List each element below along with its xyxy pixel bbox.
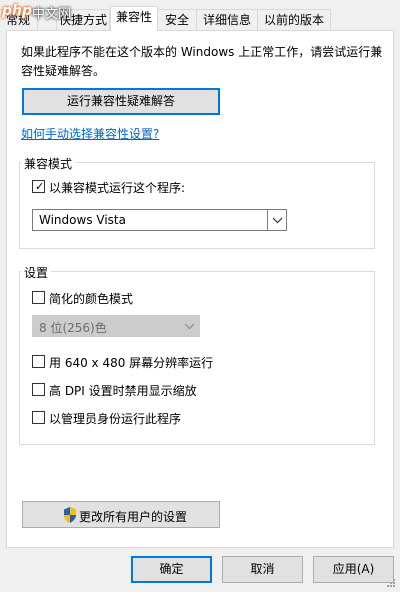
- dpi-scaling-label: 高 DPI 设置时禁用显示缩放: [49, 384, 197, 398]
- tab-label: 以前的版本: [263, 13, 324, 27]
- os-version-value: Windows Vista: [39, 213, 126, 227]
- intro-text-line-1: 如果此程序不能在这个版本的 Windows 上正常工作，请尝试运行兼: [21, 45, 383, 59]
- ok-button[interactable]: 确定: [131, 556, 212, 583]
- php-watermark-logo: php 中文网: [0, 2, 75, 22]
- os-version-dropdown-arrow: [267, 210, 286, 230]
- compat-mode-group: [19, 162, 375, 249]
- color-depth-dropdown-arrow: [180, 316, 199, 336]
- settings-group-label: 设置: [21, 264, 52, 281]
- compat-mode-group-label: 兼容模式: [21, 155, 76, 172]
- reduced-color-checkbox[interactable]: [32, 291, 45, 304]
- cancel-button[interactable]: 取消: [222, 556, 303, 583]
- uac-shield-icon: [64, 507, 76, 523]
- low-res-checkbox[interactable]: [32, 355, 45, 368]
- run-as-admin-label: 以管理员身份运行此程序: [49, 412, 182, 426]
- tab-label: 兼容性: [115, 10, 152, 24]
- dpi-scaling-checkbox[interactable]: [32, 383, 45, 396]
- color-depth-value: 8 位(256)色: [39, 321, 107, 335]
- watermark-php-text: php: [2, 3, 33, 19]
- checkmark-icon: ✓: [35, 180, 45, 193]
- chevron-down-icon: [184, 323, 195, 330]
- run-as-admin-checkbox[interactable]: [32, 411, 45, 424]
- tab-previous-versions[interactable]: 以前的版本: [257, 9, 331, 30]
- intro-text-line-2: 容性疑难解答。: [21, 64, 106, 78]
- change-all-users-label: 更改所有用户的设置: [79, 510, 188, 524]
- tab-label: 详细信息: [202, 13, 251, 27]
- low-res-label: 用 640 x 480 屏幕分辨率运行: [49, 356, 214, 370]
- tab-details[interactable]: 详细信息: [196, 9, 258, 30]
- compatibility-panel: 如果此程序不能在这个版本的 Windows 上正常工作，请尝试运行兼 容性疑难解…: [6, 30, 394, 548]
- tab-security[interactable]: 安全: [157, 9, 197, 30]
- watermark-cn-text: 中文网: [32, 7, 72, 22]
- compat-mode-checkbox[interactable]: ✓: [32, 180, 45, 193]
- os-version-select[interactable]: Windows Vista: [32, 209, 287, 231]
- compat-mode-checkbox-label: 以兼容模式运行这个程序:: [49, 181, 186, 195]
- change-all-users-button[interactable]: 更改所有用户的设置: [22, 501, 220, 528]
- run-troubleshooter-button[interactable]: 运行兼容性疑难解答: [22, 88, 220, 115]
- tab-label: 安全: [164, 13, 189, 27]
- reduced-color-label: 简化的颜色模式: [49, 292, 134, 306]
- chevron-down-icon: [272, 217, 283, 224]
- color-depth-select: 8 位(256)色: [32, 315, 200, 337]
- apply-button[interactable]: 应用(A): [313, 556, 394, 583]
- manual-compat-link[interactable]: 如何手动选择兼容性设置?: [21, 125, 159, 142]
- tab-compatibility[interactable]: 兼容性: [110, 6, 158, 31]
